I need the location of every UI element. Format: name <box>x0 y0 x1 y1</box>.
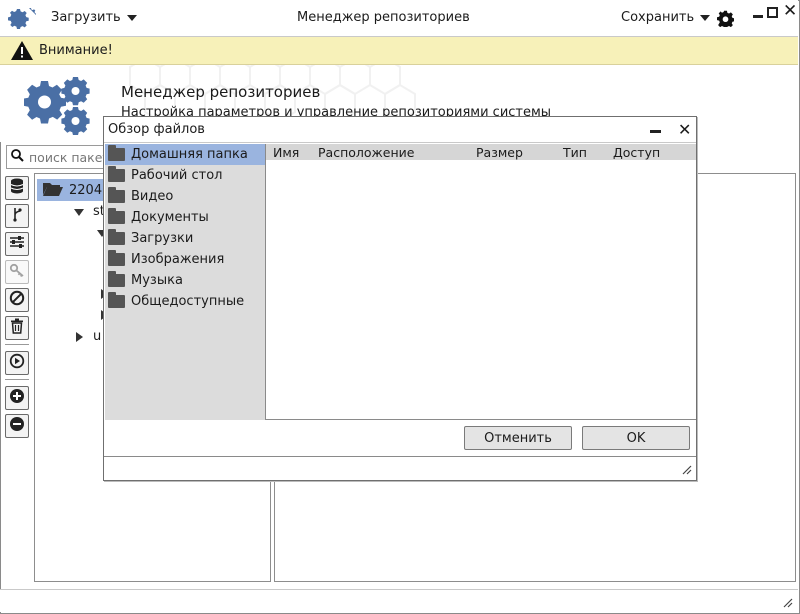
search-icon <box>11 148 24 166</box>
status-bar <box>0 589 798 612</box>
cancel-button[interactable]: Отменить <box>464 426 572 450</box>
places-list: Домашняя папка Рабочий стол Видео Докуме… <box>105 144 265 420</box>
place-item[interactable]: Домашняя папка <box>105 144 265 165</box>
app-gear-icon <box>8 7 37 35</box>
side-toolbar <box>5 176 31 442</box>
close-button[interactable]: ✕ <box>783 3 797 20</box>
trash-icon <box>10 318 24 338</box>
resize-grip-icon[interactable] <box>682 464 692 479</box>
database-button[interactable] <box>5 176 29 200</box>
folder-icon <box>108 208 125 224</box>
place-item[interactable]: Рабочий стол <box>105 165 265 186</box>
delete-button[interactable] <box>5 316 29 340</box>
settings-gear-icon[interactable] <box>717 10 735 31</box>
dialog-title: Обзор файлов <box>108 122 205 137</box>
folder-icon <box>108 187 125 203</box>
place-label: Видео <box>131 189 174 204</box>
column-name-header[interactable]: Имя <box>273 145 299 160</box>
expand-arrow-icon[interactable] <box>74 209 84 216</box>
load-menu-label: Загрузить <box>51 10 121 25</box>
dialog-footer <box>104 456 696 480</box>
maximize-button[interactable] <box>767 7 778 18</box>
folder-icon <box>108 250 125 266</box>
folder-open-icon <box>43 181 63 200</box>
folder-icon <box>108 292 125 308</box>
place-label: Рабочий стол <box>131 168 223 183</box>
warning-icon <box>10 40 34 65</box>
place-item[interactable]: Музыка <box>105 270 265 291</box>
warning-text: Внимание! <box>39 43 113 58</box>
place-item[interactable]: Общедоступные <box>105 291 265 312</box>
chevron-down-icon <box>700 14 711 21</box>
toolbar-divider <box>5 379 29 380</box>
place-item[interactable]: Видео <box>105 186 265 207</box>
place-item[interactable]: Документы <box>105 207 265 228</box>
folder-icon <box>108 271 125 287</box>
database-icon <box>10 178 24 198</box>
ok-button[interactable]: OK <box>582 426 690 450</box>
column-location-header[interactable]: Расположение <box>318 145 414 160</box>
run-button[interactable] <box>5 351 29 375</box>
tree-root-label: 2204 <box>69 183 103 198</box>
collapse-arrow-icon[interactable] <box>76 332 83 342</box>
load-menu-button[interactable]: Загрузить <box>51 10 137 25</box>
tree-root-item[interactable]: 2204 <box>43 180 102 201</box>
titlebar: Загрузить Менеджер репозиториев Сохранит… <box>0 0 798 37</box>
toolbar-divider <box>5 344 29 345</box>
dialog-titlebar: Обзор файлов <box>104 117 696 143</box>
column-access-header[interactable]: Доступ <box>613 145 660 160</box>
dialog-close-button[interactable]: ✕ <box>678 120 691 139</box>
folder-icon <box>108 166 125 182</box>
branch-button[interactable] <box>5 204 29 228</box>
settings-sliders-button[interactable] <box>5 232 29 256</box>
place-label: Домашняя папка <box>131 147 248 162</box>
remove-button[interactable] <box>5 414 29 438</box>
place-label: Изображения <box>131 252 225 267</box>
resize-grip-icon[interactable] <box>783 597 793 612</box>
block-button[interactable] <box>5 288 29 312</box>
minimize-button[interactable] <box>753 15 763 18</box>
play-icon <box>9 353 25 373</box>
place-item[interactable]: Изображения <box>105 249 265 270</box>
place-item[interactable]: Загрузки <box>105 228 265 249</box>
key-button[interactable] <box>5 260 29 284</box>
place-label: Общедоступные <box>131 294 245 309</box>
column-type-header[interactable]: Тип <box>563 145 587 160</box>
page-title: Менеджер репозиториев <box>121 83 321 101</box>
window-title: Менеджер репозиториев <box>297 10 470 25</box>
warning-bar: Внимание! <box>0 37 798 65</box>
folder-icon <box>108 145 125 161</box>
file-list: Имя Расположение Размер Тип Доступ <box>265 144 696 420</box>
file-browser-dialog: Обзор файлов ✕ Домашняя папка Рабочий ст… <box>103 116 697 481</box>
add-button[interactable] <box>5 386 29 410</box>
save-menu-label: Сохранить <box>621 10 695 25</box>
chevron-down-icon <box>126 14 137 21</box>
ok-button-label: OK <box>626 430 646 446</box>
dialog-minimize-button[interactable] <box>650 130 661 133</box>
key-icon <box>9 263 25 281</box>
branch-icon <box>10 206 24 226</box>
sliders-icon <box>9 235 25 253</box>
save-menu-button[interactable]: Сохранить <box>621 10 711 25</box>
cancel-button-label: Отменить <box>484 430 552 446</box>
file-list-header: Имя Расположение Размер Тип Доступ <box>266 144 696 160</box>
minus-circle-icon <box>9 416 25 436</box>
tree-child-label: u <box>93 329 102 344</box>
folder-icon <box>108 229 125 245</box>
place-label: Загрузки <box>131 231 194 246</box>
block-icon <box>9 290 25 310</box>
header-gears-icon <box>23 75 94 139</box>
column-size-header[interactable]: Размер <box>476 145 523 160</box>
plus-circle-icon <box>9 388 25 408</box>
place-label: Музыка <box>131 273 183 288</box>
place-label: Документы <box>131 210 209 225</box>
